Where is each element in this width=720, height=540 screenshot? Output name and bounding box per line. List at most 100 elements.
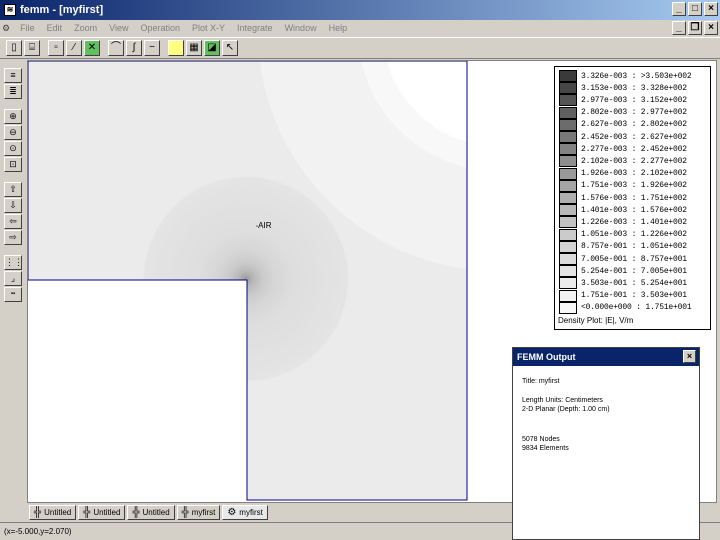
legend-row: 8.757e-001 : 1.051e+002 — [559, 240, 687, 253]
output-title: FEMM Output — [517, 352, 576, 362]
legend-row: 1.051e-003 : 1.226e+002 — [559, 228, 687, 241]
legend-range-text: 8.757e-001 : 1.051e+002 — [581, 242, 687, 252]
tab-label: Untitled — [44, 508, 72, 517]
pan-right-icon[interactable]: ⇨ — [4, 230, 22, 245]
maximize-button[interactable]: □ — [688, 2, 702, 16]
grid-toggle-icon[interactable]: ▦ — [186, 40, 202, 56]
pan-up-icon[interactable]: ⇧ — [4, 182, 22, 197]
legend-row: 2.452e-003 : 2.627e+002 — [559, 131, 687, 143]
menu-file[interactable]: File — [14, 23, 41, 33]
show-blocks-icon[interactable]: ✕ — [84, 40, 100, 56]
document-tab[interactable]: ⚙ myfirst — [222, 505, 268, 520]
document-tab[interactable]: ╬ Untitled — [78, 505, 126, 520]
legend-range-text: 1.226e-003 : 1.401e+002 — [581, 217, 687, 227]
output-close-button[interactable]: × — [683, 350, 696, 363]
tab-label: Untitled — [93, 508, 121, 517]
grid-settings-icon[interactable]: ⋮⋮ — [4, 255, 23, 270]
legend-range-text: 3.153e-003 : 3.328e+002 — [581, 83, 687, 93]
show-segments-icon[interactable]: ⁄ — [66, 40, 82, 56]
legend-row: 5.254e-001 : 7.005e+001 — [559, 265, 687, 278]
legend-swatch — [559, 70, 577, 82]
legend-range-text: 1.751e-003 : 1.926e+002 — [581, 181, 687, 191]
legend-swatch — [559, 253, 577, 265]
legend-range-text: 1.051e-003 : 1.226e+002 — [581, 230, 687, 240]
open-folder-icon[interactable]: ⌸ — [24, 40, 40, 56]
mdi-minimize-button[interactable]: _ — [672, 21, 686, 35]
legend-swatch — [559, 106, 577, 119]
legend-row: 1.226e-003 : 1.401e+002 — [559, 216, 687, 229]
legend-swatch — [559, 94, 577, 107]
legend-row: 3.503e-001 : 5.254e+001 — [559, 277, 687, 290]
legend-range-text: 2.102e-003 : 2.277e+002 — [581, 156, 687, 166]
view-results-icon[interactable]: ≡ — [4, 68, 22, 83]
legend-range-text: 1.576e-003 : 1.751e+002 — [581, 193, 687, 203]
grid-icon: ╬ — [181, 507, 189, 518]
legend-swatch — [559, 216, 577, 229]
menu-plot-xy[interactable]: Plot X-Y — [186, 23, 231, 33]
document-tab[interactable]: ╬ Untitled — [29, 505, 77, 520]
legend-row: 2.802e-003 : 2.977e+002 — [559, 106, 687, 119]
legend-range-text: 3.326e-003 : >3.503e+002 — [581, 71, 692, 81]
legend-range-text: 2.277e-003 : 2.452e+002 — [581, 144, 687, 154]
menu-bar: ⚙ File Edit Zoom View Operation Plot X-Y… — [0, 20, 720, 36]
legend-row: 1.926e-003 : 2.102e+002 — [559, 167, 687, 180]
menu-operation[interactable]: Operation — [134, 23, 186, 33]
legend-swatch — [559, 277, 577, 290]
zoom-natural-icon[interactable]: ⊙ — [4, 141, 22, 156]
line-integral-icon[interactable]: ∫ — [126, 40, 142, 56]
grid-size-icon[interactable]: ▪▪ — [4, 287, 22, 302]
new-file-icon[interactable]: ▯ — [6, 40, 22, 56]
legend-swatch — [559, 228, 577, 241]
pan-left-icon[interactable]: ⇦ — [4, 214, 22, 229]
legend-row: 2.277e-003 : 2.452e+002 — [559, 143, 687, 156]
document-tab[interactable]: ╬ myfirst — [176, 505, 221, 520]
legend-row: 1.751e-001 : 3.503e+001 — [559, 289, 687, 302]
legend-row: 2.977e-003 : 3.152e+002 — [559, 94, 687, 107]
legend-row: 1.751e-003 : 1.926e+002 — [559, 179, 687, 192]
mdi-restore-button[interactable]: ❐ — [688, 21, 702, 35]
menu-help[interactable]: Help — [323, 23, 354, 33]
grid-icon: ╬ — [132, 507, 140, 518]
menu-integrate[interactable]: Integrate — [231, 23, 279, 33]
legend-range-text: 2.452e-003 : 2.627e+002 — [581, 132, 687, 142]
legend-row: 1.576e-003 : 1.751e+002 — [559, 192, 687, 204]
density-plot-icon[interactable]: ◪ — [204, 40, 220, 56]
output-line-units: Length Units: Centimeters — [522, 397, 603, 404]
output-titlebar[interactable]: FEMM Output × — [513, 348, 699, 366]
mdi-close-button[interactable]: × — [704, 21, 718, 35]
legend-range-text: 7.005e-001 : 8.757e+001 — [581, 254, 687, 264]
femm-app-icon[interactable]: ≋ — [4, 4, 16, 16]
menu-window[interactable]: Window — [279, 23, 323, 33]
minimize-button[interactable]: _ — [672, 2, 686, 16]
grid-icon: ╬ — [34, 507, 42, 518]
legend-swatch — [559, 192, 577, 204]
zoom-out-icon[interactable]: ⊖ — [4, 125, 22, 140]
legend-range-text: 1.926e-003 : 2.102e+002 — [581, 169, 687, 179]
output-line-title: Title: myfirst — [522, 378, 560, 385]
pointer-icon[interactable]: ↖ — [222, 40, 238, 56]
legend-row: 2.627e-003 : 2.802e+002 — [559, 118, 687, 131]
snap-grid-icon[interactable]: ⌟ — [4, 271, 22, 286]
legend-row: 3.326e-003 : >3.503e+002 — [559, 70, 692, 82]
close-button[interactable]: × — [704, 2, 718, 16]
menu-view[interactable]: View — [103, 23, 134, 33]
edit-results-icon[interactable]: ≣ — [4, 84, 22, 99]
legend-swatch — [559, 131, 577, 143]
block-integral-icon[interactable]: − — [144, 40, 160, 56]
legend-range-text: 3.503e-001 : 5.254e+001 — [581, 278, 687, 288]
zoom-window-icon[interactable]: ⊡ — [4, 157, 22, 172]
menu-edit[interactable]: Edit — [41, 23, 69, 33]
menu-zoom[interactable]: Zoom — [68, 23, 103, 33]
show-nodes-icon[interactable]: ▫ — [48, 40, 64, 56]
point-values-icon[interactable] — [168, 40, 184, 56]
contour-plot-icon[interactable]: ⌒ — [108, 40, 124, 56]
document-tab[interactable]: ╬ Untitled — [127, 505, 175, 520]
air-block-label[interactable]: ▫AIR — [256, 221, 271, 230]
legend-swatch — [559, 301, 577, 314]
legend-range-text: 2.977e-003 : 3.152e+002 — [581, 95, 687, 105]
pan-down-icon[interactable]: ⇩ — [4, 198, 22, 213]
main-toolbar: ▯ ⌸ ▫ ⁄ ✕ ⌒ ∫ − ▦ ◪ ↖ — [0, 37, 720, 59]
mdi-doc-icon[interactable]: ⚙ — [2, 23, 10, 34]
zoom-in-icon[interactable]: ⊕ — [4, 109, 22, 124]
legend-caption: Density Plot: |E|, V/m — [558, 316, 634, 325]
